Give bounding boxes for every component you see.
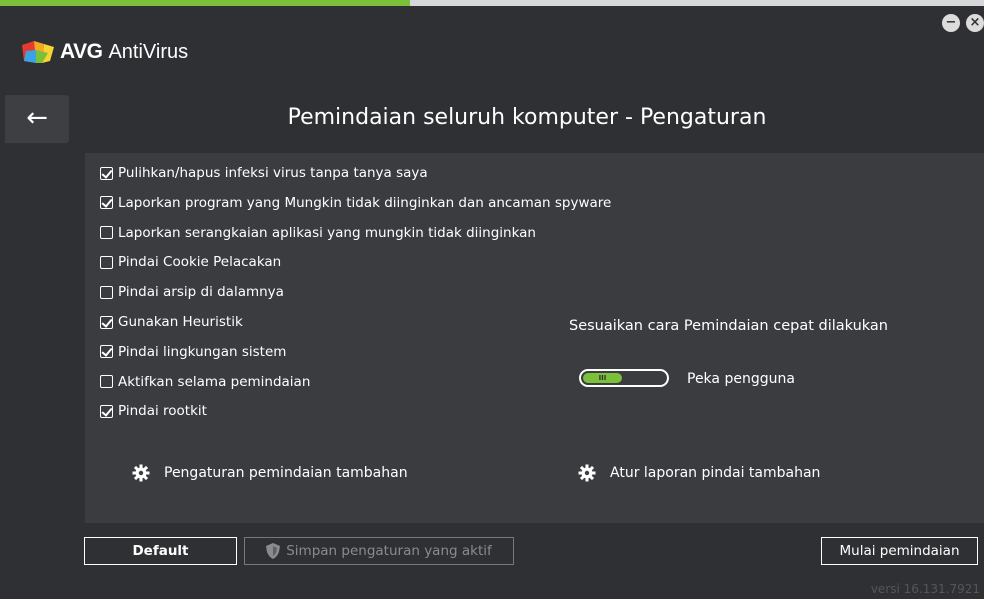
scan-option[interactable]: Aktifkan selama pemindaian bbox=[100, 374, 310, 390]
scan-option[interactable]: Pindai Cookie Pelacakan bbox=[100, 254, 281, 270]
option-label: Pindai Cookie Pelacakan bbox=[118, 254, 282, 271]
option-checkbox[interactable] bbox=[100, 226, 113, 240]
option-checkbox[interactable] bbox=[100, 285, 113, 299]
scan-option[interactable]: Pindai arsip di dalamnya bbox=[100, 284, 284, 300]
close-button[interactable]: × bbox=[966, 14, 984, 32]
option-label: Pindai lingkungan sistem bbox=[118, 343, 287, 360]
additional-scan-reports-link[interactable]: Atur laporan pindai tambahan bbox=[578, 464, 820, 482]
quick-scan-heading: Sesuaikan cara Pemindaian cepat dilakuka… bbox=[569, 318, 888, 334]
scan-option[interactable]: Laporkan program yang Mungkin tidak diin… bbox=[100, 195, 611, 211]
option-checkbox[interactable] bbox=[100, 166, 113, 180]
option-checkbox[interactable] bbox=[100, 315, 113, 329]
brand-name: AVG bbox=[60, 40, 103, 63]
option-label: Laporkan serangkaian aplikasi yang mungk… bbox=[118, 224, 536, 241]
shield-icon bbox=[266, 543, 281, 559]
option-checkbox[interactable] bbox=[100, 404, 113, 418]
scan-option[interactable]: Gunakan Heuristik bbox=[100, 314, 243, 330]
gear-icon bbox=[578, 464, 596, 482]
sensitivity-slider[interactable]: III bbox=[579, 369, 669, 387]
option-checkbox[interactable] bbox=[100, 196, 113, 210]
start-scan-button[interactable]: Mulai pemindaian bbox=[821, 537, 978, 565]
back-button[interactable]: ← bbox=[5, 95, 69, 143]
app-window: − × AVG AntiVirus ← Pemindaian seluruh k… bbox=[0, 0, 984, 599]
window-controls: − × bbox=[942, 14, 984, 32]
version-text: versi 16.131.7921 bbox=[870, 582, 980, 596]
page-title: Pemindaian seluruh komputer - Pengaturan bbox=[287, 105, 767, 130]
option-label: Aktifkan selama pemindaian bbox=[118, 373, 311, 390]
avg-logo-icon bbox=[22, 41, 54, 63]
gear-icon bbox=[132, 464, 150, 482]
accent-bar bbox=[0, 0, 410, 6]
save-settings-button[interactable]: Simpan pengaturan yang aktif bbox=[244, 537, 514, 565]
slider-fill[interactable]: III bbox=[583, 373, 622, 383]
additional-scan-reports-label: Atur laporan pindai tambahan bbox=[610, 465, 821, 481]
save-settings-label: Simpan pengaturan yang aktif bbox=[286, 543, 492, 559]
minimize-button[interactable]: − bbox=[942, 14, 960, 32]
additional-scan-settings-link[interactable]: Pengaturan pemindaian tambahan bbox=[132, 464, 408, 482]
scan-option[interactable]: Pindai lingkungan sistem bbox=[100, 344, 286, 360]
scan-option[interactable]: Pulihkan/hapus infeksi virus tanpa tanya… bbox=[100, 165, 428, 181]
option-checkbox[interactable] bbox=[100, 345, 113, 359]
additional-scan-settings-label: Pengaturan pemindaian tambahan bbox=[164, 465, 408, 481]
scan-option[interactable]: Laporkan serangkaian aplikasi yang mungk… bbox=[100, 225, 536, 241]
brand-logo: AVG AntiVirus bbox=[22, 40, 188, 64]
option-label: Laporkan program yang Mungkin tidak diin… bbox=[118, 194, 612, 211]
option-checkbox[interactable] bbox=[100, 375, 113, 389]
option-label: Pindai arsip di dalamnya bbox=[118, 284, 284, 301]
arrow-left-icon: ← bbox=[26, 103, 48, 133]
option-label: Pindai rootkit bbox=[118, 403, 207, 420]
option-label: Gunakan Heuristik bbox=[118, 314, 243, 330]
slider-label: Peka pengguna bbox=[687, 371, 795, 387]
settings-panel: Pulihkan/hapus infeksi virus tanpa tanya… bbox=[85, 153, 984, 523]
option-checkbox[interactable] bbox=[100, 255, 113, 269]
product-name: AntiVirus bbox=[108, 40, 189, 63]
scan-option[interactable]: Pindai rootkit bbox=[100, 403, 207, 419]
option-label: Pulihkan/hapus infeksi virus tanpa tanya… bbox=[118, 165, 428, 181]
default-button[interactable]: Default bbox=[84, 537, 237, 565]
accent-bar-gray bbox=[410, 0, 984, 6]
